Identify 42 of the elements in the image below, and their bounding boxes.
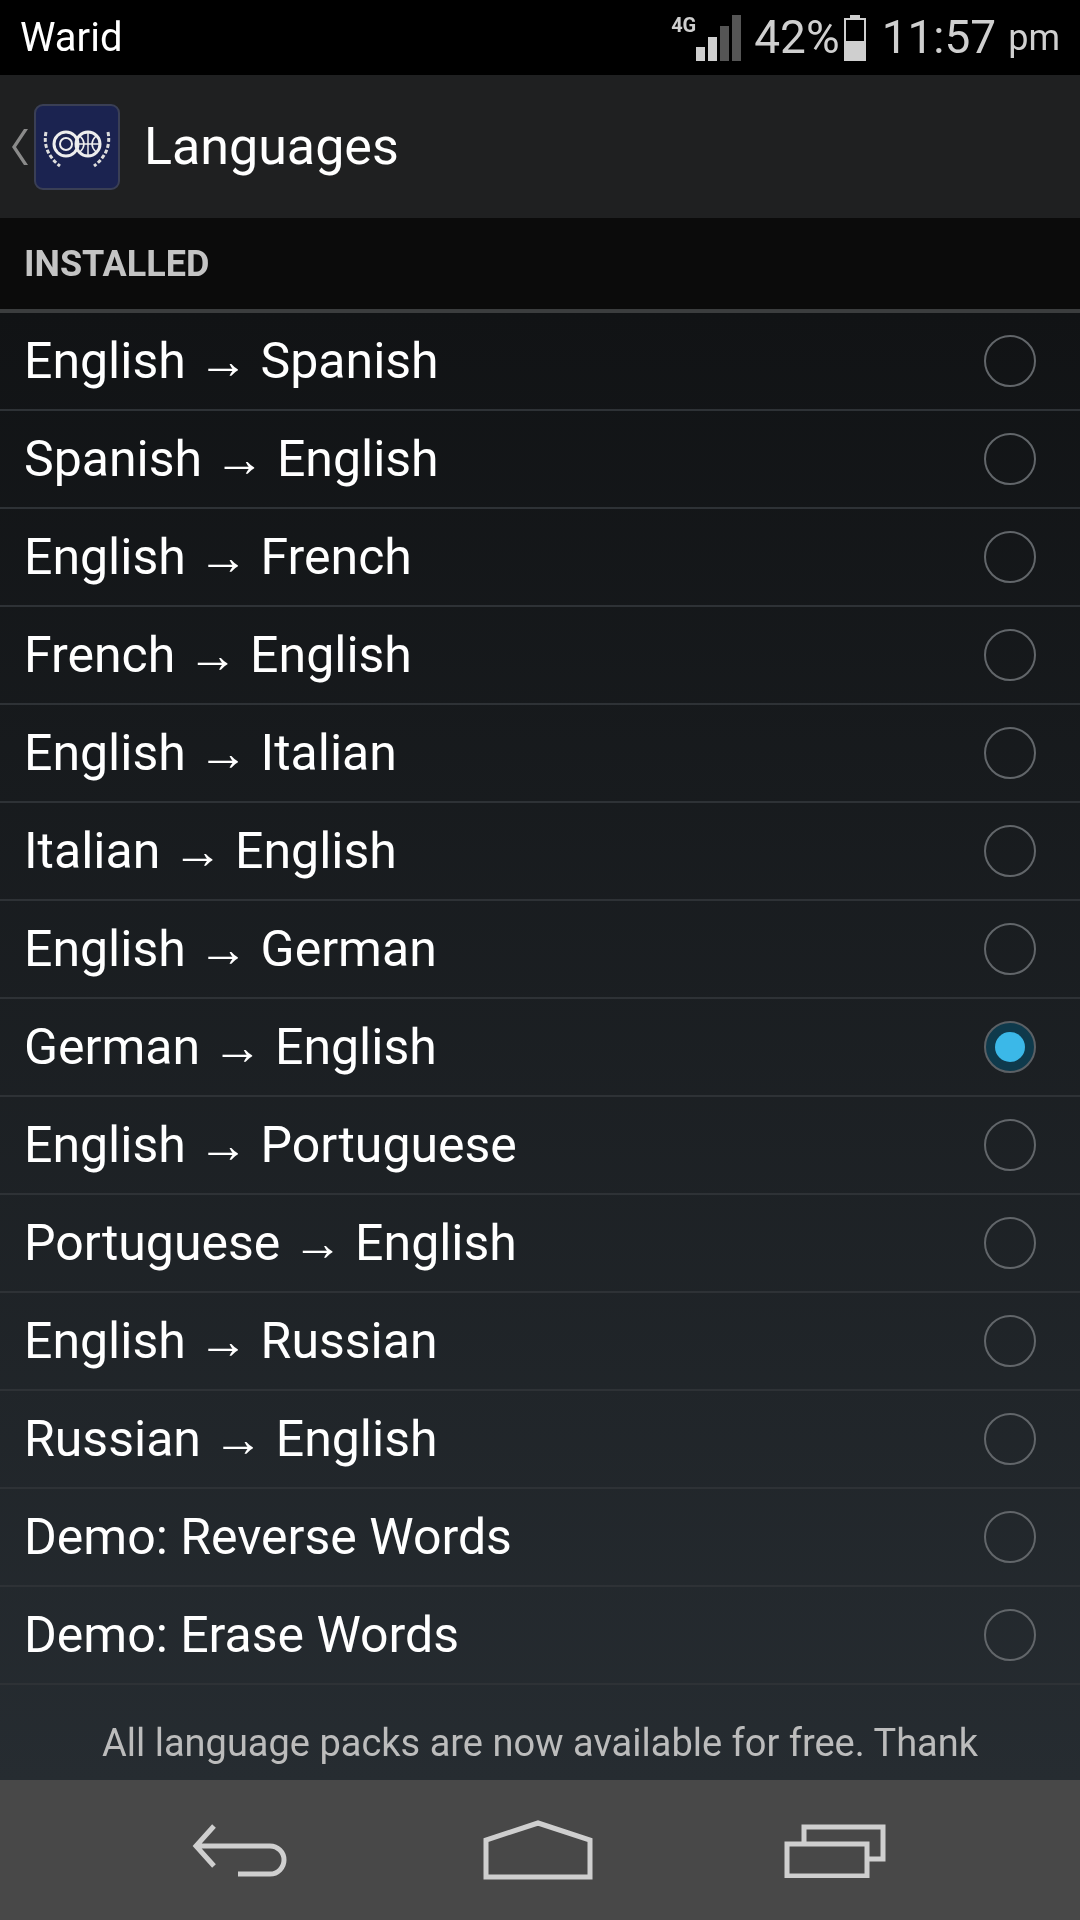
language-row[interactable]: German → English <box>0 999 1080 1097</box>
battery-icon <box>843 14 866 61</box>
language-row[interactable]: Demo: Erase Words <box>0 1587 1080 1685</box>
radio-button[interactable] <box>984 335 1036 387</box>
home-icon <box>483 1820 593 1880</box>
app-icon <box>34 103 120 190</box>
recent-apps-icon <box>784 1822 889 1878</box>
carrier-name: Warid <box>20 12 123 63</box>
language-row[interactable]: English → Italian <box>0 705 1080 803</box>
language-row[interactable]: Russian → English <box>0 1391 1080 1489</box>
language-row[interactable]: English → Russian <box>0 1293 1080 1391</box>
language-row[interactable]: French → English <box>0 607 1080 705</box>
caret-icon <box>12 126 30 167</box>
radio-button[interactable] <box>984 433 1036 485</box>
network-type: 4G <box>671 12 697 39</box>
radio-button[interactable] <box>984 727 1036 779</box>
section-header: INSTALLED <box>24 241 210 287</box>
language-row[interactable]: Spanish → English <box>0 411 1080 509</box>
language-row[interactable]: Portuguese → English <box>0 1195 1080 1293</box>
battery-percent: 42% <box>754 9 840 66</box>
radio-button[interactable] <box>984 531 1036 583</box>
language-row[interactable]: English → French <box>0 509 1080 607</box>
radio-button[interactable] <box>984 1609 1036 1661</box>
screen-title: Languages <box>144 114 399 179</box>
radio-button[interactable] <box>984 825 1036 877</box>
language-row[interactable]: Demo: Reverse Words <box>0 1489 1080 1587</box>
radio-button[interactable] <box>984 1511 1036 1563</box>
clock-period: pm <box>1008 15 1060 61</box>
radio-button[interactable] <box>984 1021 1036 1073</box>
radio-button[interactable] <box>984 629 1036 681</box>
language-row[interactable]: Italian → English <box>0 803 1080 901</box>
language-row[interactable]: English → Portuguese <box>0 1097 1080 1195</box>
clock-time: 11:57 <box>881 9 997 66</box>
signal-icon <box>696 14 743 61</box>
radio-button[interactable] <box>984 923 1036 975</box>
language-row[interactable]: English → German <box>0 901 1080 999</box>
radio-button[interactable] <box>984 1413 1036 1465</box>
radio-button[interactable] <box>984 1315 1036 1367</box>
footer-note: All language packs are now available for free. Thank <box>102 1720 978 1767</box>
radio-button[interactable] <box>984 1217 1036 1269</box>
radio-button[interactable] <box>984 1119 1036 1171</box>
language-row[interactable]: English → Spanish <box>0 313 1080 411</box>
